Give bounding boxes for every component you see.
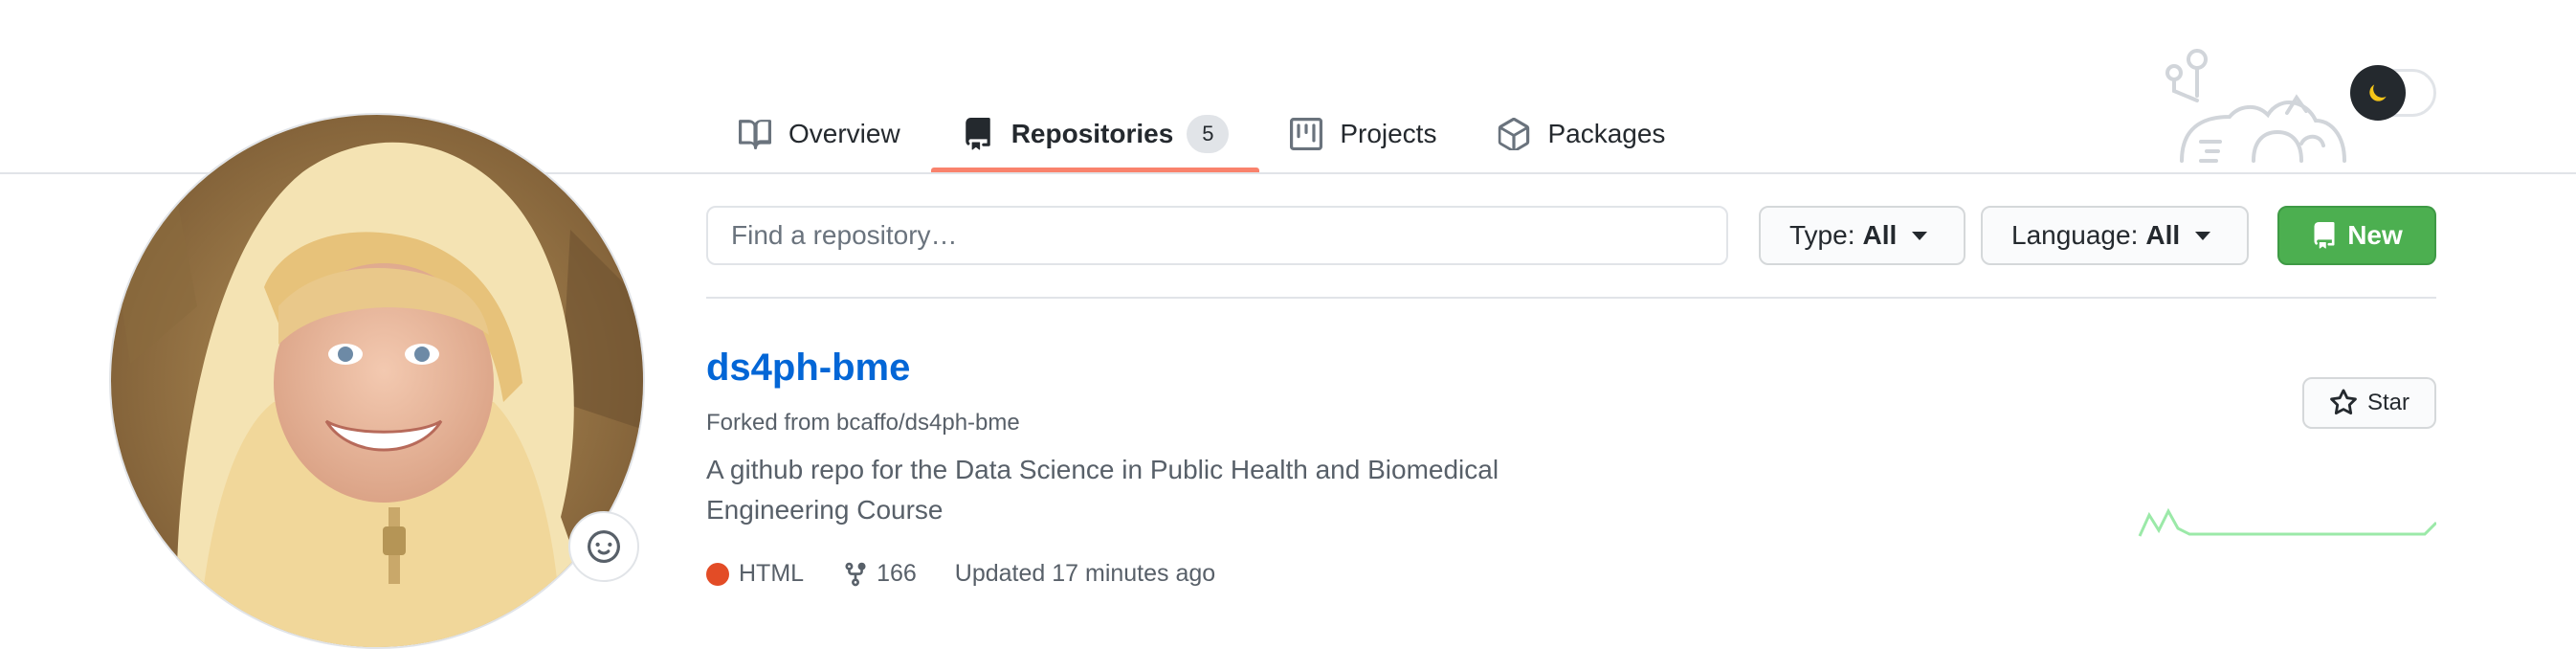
repo-meta: HTML 166 Updated 17 minutes ago bbox=[706, 560, 1254, 588]
repo-name-link[interactable]: ds4ph-bme bbox=[706, 347, 910, 390]
caret-down-icon bbox=[1912, 231, 1928, 240]
type-filter-value: All bbox=[1862, 220, 1898, 250]
caret-down-icon bbox=[2195, 231, 2211, 240]
list-divider bbox=[706, 297, 2436, 299]
repo-icon bbox=[965, 118, 990, 150]
theme-toggle-knob[interactable] bbox=[2350, 65, 2406, 121]
star-label: Star bbox=[2366, 390, 2409, 415]
search-input[interactable] bbox=[706, 206, 1728, 265]
tab-repositories[interactable]: Repositories 5 bbox=[930, 96, 1260, 172]
language-color-dot bbox=[706, 562, 729, 586]
star-button[interactable]: Star bbox=[2302, 377, 2436, 429]
package-icon bbox=[1499, 118, 1530, 150]
tab-packages[interactable]: Packages bbox=[1467, 96, 1696, 172]
updated-text: Updated 17 minutes ago bbox=[954, 560, 1216, 587]
tab-label: Projects bbox=[1340, 119, 1437, 148]
fork-icon bbox=[845, 562, 866, 586]
language-filter-value: All bbox=[2145, 220, 2181, 250]
avatar-photo bbox=[111, 115, 643, 647]
tab-label: Packages bbox=[1547, 119, 1666, 148]
language-name: HTML bbox=[739, 560, 805, 587]
tab-label: Overview bbox=[788, 119, 900, 148]
book-icon bbox=[739, 120, 771, 149]
tab-projects[interactable]: Projects bbox=[1259, 96, 1467, 172]
type-filter-label: Type: bbox=[1789, 220, 1855, 250]
fork-count: 166 bbox=[877, 560, 917, 587]
moon-icon bbox=[2369, 84, 2387, 101]
forked-from-text: Forked from bcaffo/ds4ph-bme bbox=[706, 410, 1020, 436]
repo-count-badge: 5 bbox=[1187, 115, 1230, 153]
language-filter-label: Language: bbox=[2011, 220, 2139, 250]
activity-sparkline bbox=[2138, 507, 2436, 537]
octocat-illustration-icon bbox=[2165, 49, 2346, 163]
repo-icon bbox=[2314, 222, 2335, 249]
tab-label: Repositories bbox=[1010, 119, 1174, 148]
repo-language: HTML bbox=[706, 560, 804, 588]
new-repo-button[interactable]: New bbox=[2277, 206, 2436, 265]
avatar bbox=[109, 113, 645, 649]
smiley-icon bbox=[588, 530, 620, 563]
repo-description: A github repo for the Data Science in Pu… bbox=[706, 455, 1499, 525]
type-filter-dropdown[interactable]: Type: All bbox=[1759, 206, 1965, 265]
project-icon bbox=[1290, 118, 1323, 150]
profile-tabs: Overview Repositories 5 Projects Package… bbox=[708, 96, 1696, 172]
language-filter-dropdown[interactable]: Language: All bbox=[1981, 206, 2249, 265]
new-button-label: New bbox=[2347, 220, 2403, 250]
set-status-button[interactable] bbox=[568, 511, 639, 582]
tab-overview[interactable]: Overview bbox=[708, 96, 931, 172]
star-icon bbox=[2330, 389, 2357, 415]
repo-forks-link[interactable]: 166 bbox=[842, 560, 917, 588]
